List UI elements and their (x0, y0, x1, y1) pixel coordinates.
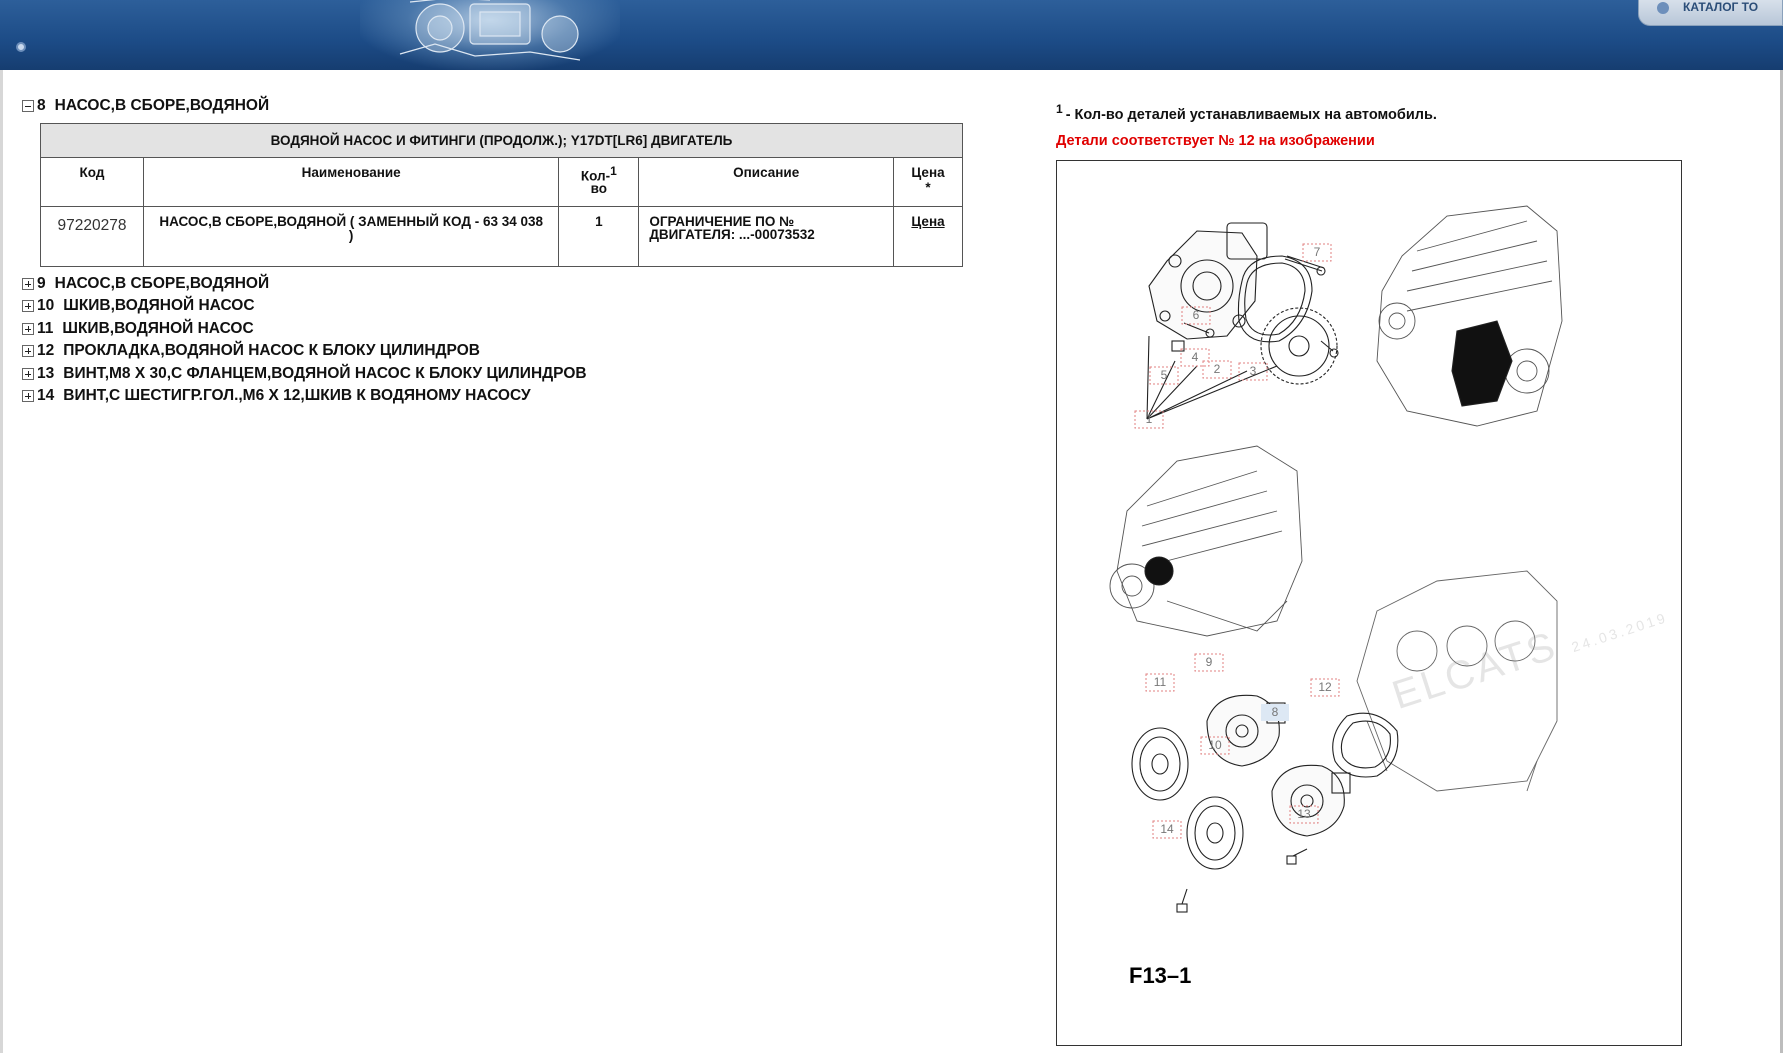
tree-node-9[interactable]: 9 НАСОС,В СБОРЕ,ВОДЯНОЙ (22, 273, 982, 296)
expand-icon[interactable] (22, 345, 34, 358)
callout-6[interactable]: 6 (1193, 308, 1200, 322)
image-match-note: Детали соответствует № 12 на изображении (1056, 133, 1375, 149)
catalog-to-button[interactable]: КАТАЛОГ ТО (1638, 0, 1783, 26)
collapse-icon[interactable] (22, 100, 34, 113)
table-caption: ВОДЯНОЙ НАСОС И ФИТИНГИ (ПРОДОЛЖ.); Y17D… (40, 122, 963, 158)
table-row[interactable]: 97220278 НАСОС,В СБОРЕ,ВОДЯНОЙ ( ЗАМЕННЫ… (40, 205, 963, 267)
callout-5[interactable]: 5 (1161, 368, 1168, 382)
callout-11[interactable]: 11 (1154, 675, 1167, 689)
header-engine-image (399, 0, 581, 61)
tree-node-label: ВИНТ,M8 X 30,С ФЛАНЦЕМ,ВОДЯНОЙ НАСОС К Б… (63, 364, 587, 382)
header-desc: Описание (638, 156, 895, 207)
header-name: Наименование (142, 156, 560, 207)
callout-13[interactable]: 13 (1297, 807, 1311, 821)
callout-10[interactable]: 10 (1208, 738, 1222, 752)
part-description: ОГРАНИЧЕНИЕ ПО № ДВИГАТЕЛЯ: ...-00073532 (638, 205, 895, 267)
tree-node-label: ШКИВ,ВОДЯНОЙ НАСОС (63, 297, 255, 315)
header-nav-dot[interactable] (16, 42, 26, 52)
tree-node-8[interactable]: 8 НАСОС,В СБОРЕ,ВОДЯНОЙ (22, 95, 982, 118)
callout-3[interactable]: 3 (1250, 364, 1257, 378)
callout-1[interactable]: 1 (1146, 412, 1153, 426)
callout-7[interactable]: 7 (1314, 245, 1321, 259)
callout-2[interactable]: 2 (1214, 362, 1221, 376)
part-name: НАСОС,В СБОРЕ,ВОДЯНОЙ ( ЗАМЕННЫЙ КОД - 6… (142, 205, 560, 267)
callout-8[interactable]: 8 (1272, 705, 1279, 719)
expand-icon[interactable] (22, 390, 34, 403)
expand-icon[interactable] (22, 367, 34, 380)
expand-icon[interactable] (22, 277, 34, 290)
tree-node-label: НАСОС,В СБОРЕ,ВОДЯНОЙ (54, 97, 270, 115)
expand-icon[interactable] (22, 322, 34, 335)
part-qty: 1 (558, 205, 640, 267)
left-frame-border (0, 70, 3, 1053)
catalog-icon (1657, 2, 1669, 14)
parts-tree: 8 НАСОС,В СБОРЕ,ВОДЯНОЙ ВОДЯНОЙ НАСОС И … (22, 95, 982, 408)
header-qty: Кол-1 во (558, 156, 640, 207)
header-banner: КАТАЛОГ ТО (0, 0, 1783, 70)
tree-node-label: ВИНТ,С ШЕСТИГР.ГОЛ.,M6 X 12,ШКИВ К ВОДЯН… (63, 387, 531, 405)
tree-node-label: ШКИВ,ВОДЯНОЙ НАСОС (62, 319, 254, 337)
tree-node-10[interactable]: 10 ШКИВ,ВОДЯНОЙ НАСОС (22, 295, 982, 318)
tree-node-12[interactable]: 12 ПРОКЛАДКА,ВОДЯНОЙ НАСОС К БЛОКУ ЦИЛИН… (22, 340, 982, 363)
callout-9[interactable]: 9 (1206, 655, 1213, 669)
tree-node-14[interactable]: 14 ВИНТ,С ШЕСТИГР.ГОЛ.,M6 X 12,ШКИВ К ВО… (22, 385, 982, 408)
header-price: Цена * (893, 156, 963, 207)
price-link[interactable]: Цена (911, 214, 944, 229)
tree-node-13[interactable]: 13 ВИНТ,M8 X 30,С ФЛАНЦЕМ,ВОДЯНОЙ НАСОС … (22, 363, 982, 386)
header-code: Код (40, 156, 144, 207)
tree-node-label: ПРОКЛАДКА,ВОДЯНОЙ НАСОС К БЛОКУ ЦИЛИНДРО… (63, 342, 480, 360)
callout-12[interactable]: 12 (1318, 680, 1332, 694)
diagram-drawing: 12 34567891011 121314 (1109, 205, 1563, 913)
figure-label: F13–1 (1129, 963, 1192, 988)
parts-diagram[interactable]: 1 2 3 4 5 6 7 8 9 10 11 12 13 14 ELCATS 24.03.2019 F1… (1056, 160, 1682, 1046)
qty-footnote: 1- Кол-во деталей устанавливаемых на авт… (1056, 102, 1437, 123)
parts-table: ВОДЯНОЙ НАСОС И ФИТИНГИ (ПРОДОЛЖ.); Y17D… (40, 122, 963, 267)
part-code[interactable]: 97220278 (40, 205, 144, 267)
tree-node-11[interactable]: 11 ШКИВ,ВОДЯНОЙ НАСОС (22, 318, 982, 341)
tree-node-label: НАСОС,В СБОРЕ,ВОДЯНОЙ (54, 274, 270, 292)
table-header-row: Код Наименование Кол-1 во Описание Цена … (40, 156, 963, 207)
callout-14[interactable]: 14 (1160, 822, 1174, 836)
callout-4[interactable]: 4 (1192, 350, 1199, 364)
expand-icon[interactable] (22, 300, 34, 313)
